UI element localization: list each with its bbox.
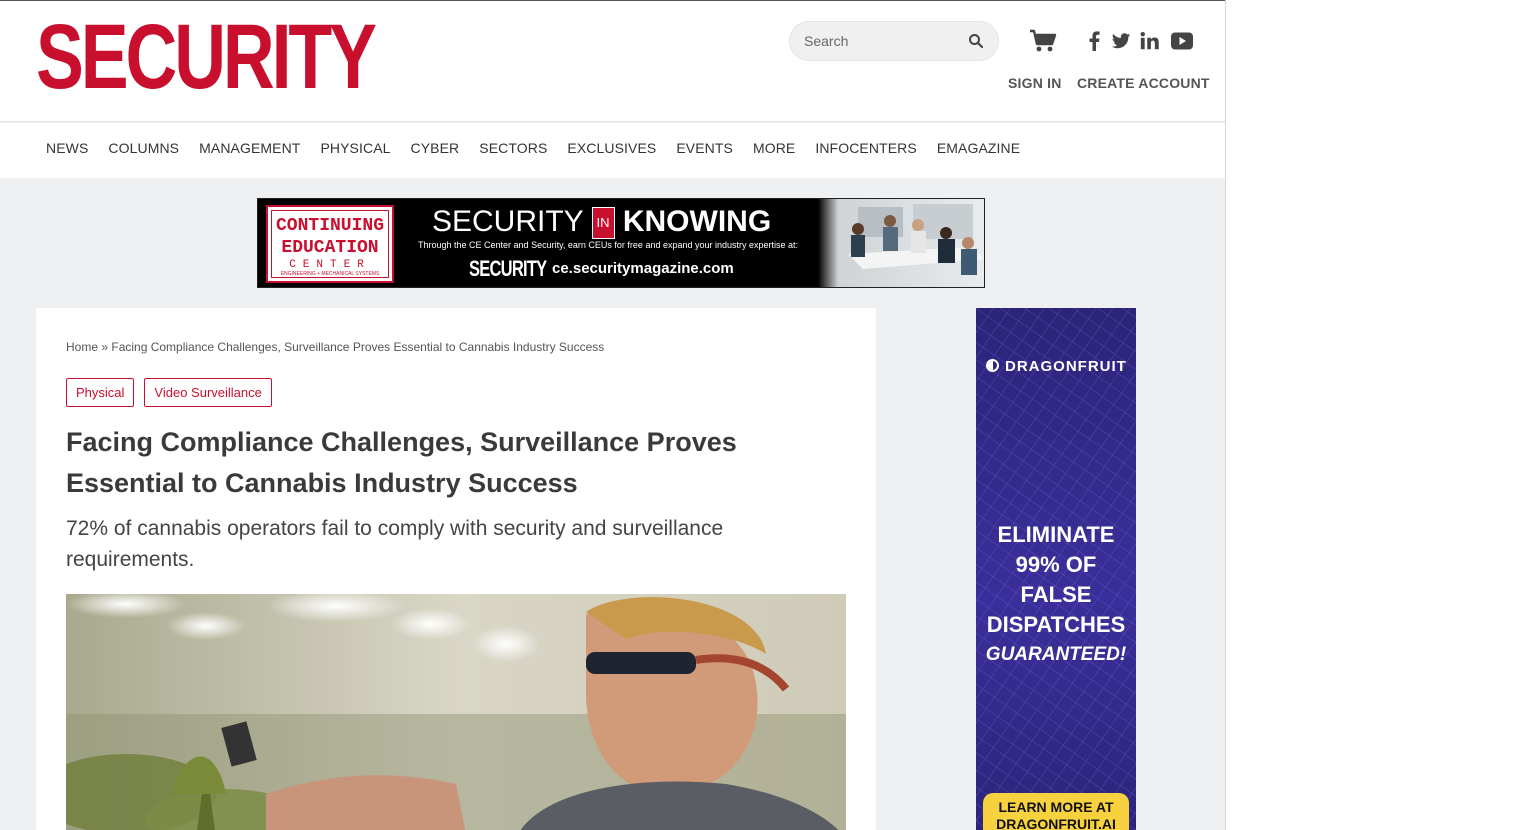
banner-headline: SECURITY IN KNOWING — [432, 205, 771, 239]
cart-icon[interactable] — [1029, 29, 1057, 53]
banner-security-logo: SECURITY — [469, 256, 547, 281]
article-subtitle: 72% of cannabis operators fail to comply… — [66, 517, 724, 571]
ad-line-5: GUARANTEED! — [985, 644, 1127, 665]
nav-item-infocenters[interactable]: INFOCENTERS — [805, 140, 926, 156]
ce-line-4: ENGINEERING + MECHANICAL SYSTEMS — [280, 271, 380, 277]
breadcrumb: Home » Facing Compliance Challenges, Sur… — [66, 340, 604, 354]
search-box — [789, 21, 999, 61]
nav-item-events[interactable]: EVENTS — [666, 140, 743, 156]
cta-line-2: DRAGONFRUIT.AI — [996, 816, 1116, 830]
site-header: SECURITY SIGN IN — [0, 1, 1225, 122]
ad-line-4: DISPATCHES — [986, 612, 1126, 637]
twitter-icon[interactable] — [1110, 29, 1132, 53]
ad-line-3: FALSE — [1020, 582, 1092, 607]
sign-in-link[interactable]: SIGN IN — [1008, 75, 1062, 91]
nav-item-emagazine[interactable]: EMAGAZINE — [927, 140, 1030, 156]
banner-headline-in: IN — [591, 207, 615, 239]
breadcrumb-home[interactable]: Home — [66, 340, 98, 354]
nav-item-news[interactable]: NEWS — [36, 140, 98, 156]
nav-item-columns[interactable]: COLUMNS — [98, 140, 189, 156]
banner-headline-a: SECURITY — [432, 205, 584, 238]
breadcrumb-separator: » — [98, 340, 112, 354]
tag-physical[interactable]: Physical — [66, 378, 135, 407]
nav-item-exclusives[interactable]: EXCLUSIVES — [557, 140, 666, 156]
banner-url: ce.securitymagazine.com — [552, 260, 734, 277]
search-input[interactable] — [804, 31, 954, 51]
article-title: Facing Compliance Challenges, Surveillan… — [66, 427, 737, 498]
nav-item-physical[interactable]: PHYSICAL — [310, 140, 400, 156]
nav-item-cyber[interactable]: CYBER — [401, 140, 470, 156]
linkedin-icon[interactable] — [1139, 29, 1161, 53]
sidebar-ad[interactable]: DRAGONFRUIT ELIMINATE 99% OF FALSE DISPA… — [976, 308, 1136, 830]
main-nav: NEWS COLUMNS MANAGEMENT PHYSICAL CYBER S… — [0, 123, 1225, 178]
ce-line-1: CONTINUING — [275, 216, 385, 236]
facebook-icon[interactable] — [1086, 29, 1102, 53]
dragonfruit-brand: DRAGONFRUIT — [1005, 358, 1127, 375]
tag-video-surveillance[interactable]: Video Surveillance — [144, 378, 272, 407]
site-logo[interactable]: SECURITY — [36, 11, 377, 103]
article-tags: Physical Video Surveillance — [66, 378, 282, 407]
page: SECURITY SIGN IN — [0, 0, 1226, 830]
search-icon[interactable] — [968, 33, 984, 49]
dragonfruit-logo-icon — [986, 359, 999, 372]
banner-headline-b: KNOWING — [622, 205, 772, 238]
breadcrumb-current: Facing Compliance Challenges, Surveillan… — [111, 340, 605, 354]
ce-line-2: EDUCATION — [281, 238, 379, 258]
article-card: Home » Facing Compliance Challenges, Sur… — [36, 308, 876, 830]
youtube-icon[interactable] — [1170, 29, 1194, 53]
sidebar-ad-headline: ELIMINATE 99% OF FALSE DISPATCHES GUARAN… — [976, 520, 1136, 670]
nav-item-more[interactable]: MORE — [743, 140, 805, 156]
learn-more-button[interactable]: LEARN MORE AT DRAGONFRUIT.AI — [983, 793, 1129, 830]
banner-subline: Through the CE Center and Security, earn… — [418, 240, 799, 250]
ce-center-logo: CONTINUING EDUCATION CENTER ENGINEERING … — [266, 205, 394, 283]
dragonfruit-logo: DRAGONFRUIT — [986, 358, 1127, 375]
article-hero-image — [66, 594, 846, 830]
cta-line-1: LEARN MORE AT — [998, 799, 1114, 815]
ad-line-2: 99% OF — [1015, 552, 1097, 577]
nav-item-sectors[interactable]: SECTORS — [469, 140, 557, 156]
ce-line-3: CENTER — [289, 259, 371, 271]
nav-item-management[interactable]: MANAGEMENT — [189, 140, 310, 156]
create-account-link[interactable]: CREATE ACCOUNT — [1077, 75, 1210, 91]
ad-line-1: ELIMINATE — [997, 522, 1115, 547]
banner-ad[interactable]: CONTINUING EDUCATION CENTER ENGINEERING … — [257, 198, 985, 288]
banner-meeting-photo — [818, 199, 984, 287]
